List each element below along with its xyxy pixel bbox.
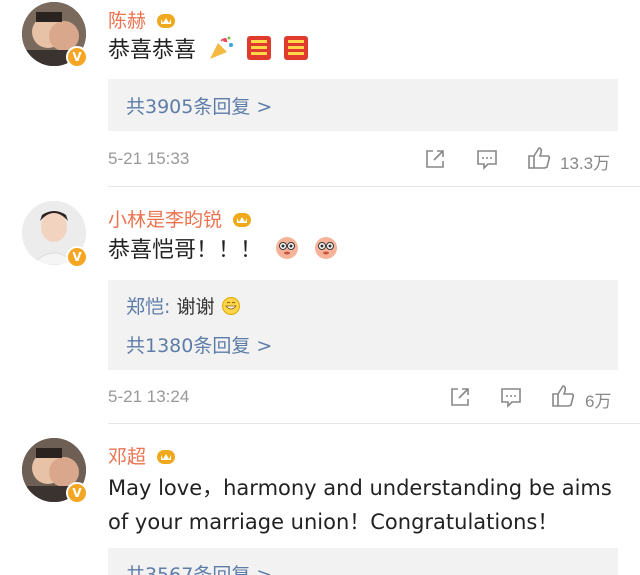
crown-icon <box>157 450 176 464</box>
grin-emoji-icon <box>221 297 240 315</box>
crown-icon <box>233 213 252 227</box>
comment-text: 恭喜恺哥！！！ <box>108 233 610 268</box>
verified-badge-icon: V <box>66 246 88 268</box>
comment-button[interactable] <box>476 148 498 170</box>
cute-face-emoji-icon <box>315 237 338 259</box>
comment-text-content: 恭喜恺哥！！！ <box>108 238 263 263</box>
verified-badge-icon: V <box>66 46 88 68</box>
like-count: 6万 <box>585 392 612 411</box>
comment-author[interactable]: 邓超 <box>108 442 176 469</box>
share-icon <box>426 150 444 168</box>
reply-box[interactable]: 郑恺: 谢谢 共1380条回复 > <box>108 280 618 370</box>
comment-icon <box>501 388 521 408</box>
share-button[interactable] <box>449 386 471 408</box>
timestamp: 5-21 13:24 <box>108 387 190 406</box>
reply-text: 谢谢 <box>176 296 215 318</box>
share-button[interactable] <box>424 148 446 170</box>
like-button[interactable] <box>527 146 551 170</box>
share-icon <box>451 388 469 406</box>
comment-button[interactable] <box>500 386 522 408</box>
comment-author[interactable]: 小林是李昀锐 <box>108 205 252 232</box>
author-name[interactable]: 陈赫 <box>108 10 146 32</box>
reply-box[interactable]: 共3905条回复 > <box>108 79 618 131</box>
timestamp: 5-21 15:33 <box>108 149 190 168</box>
comment-author[interactable]: 陈赫 <box>108 6 176 33</box>
double-happiness-icon <box>284 36 309 60</box>
reply-box[interactable]: 共3567条回复 > <box>108 548 618 575</box>
verified-badge-icon: V <box>66 482 88 504</box>
reply-count-link[interactable]: 共3567条回复 > <box>126 560 272 575</box>
comment-text-content: 恭喜恭喜 <box>108 38 197 63</box>
party-popper-icon <box>210 36 234 59</box>
thumbs-up-icon <box>552 385 575 407</box>
reply-count-link[interactable]: 共3905条回复 > <box>126 92 272 119</box>
cute-face-emoji-icon <box>276 237 299 259</box>
divider <box>108 186 640 187</box>
like-count: 13.3万 <box>560 154 611 173</box>
thumbs-up-icon <box>528 147 551 169</box>
comment-icon <box>477 150 497 170</box>
comment-text: 恭喜恭喜 <box>108 34 610 68</box>
author-name[interactable]: 邓超 <box>108 446 146 468</box>
like-button[interactable] <box>551 384 575 408</box>
author-name[interactable]: 小林是李昀锐 <box>108 209 222 231</box>
reply-preview[interactable]: 郑恺: 谢谢 <box>126 292 241 319</box>
reply-author[interactable]: 郑恺: <box>126 296 170 318</box>
comment-text: May love，harmony and understanding be ai… <box>108 476 612 534</box>
crown-icon <box>157 14 176 28</box>
double-happiness-icon <box>247 36 272 60</box>
reply-count-link[interactable]: 共1380条回复 > <box>126 331 272 358</box>
divider <box>108 423 640 424</box>
